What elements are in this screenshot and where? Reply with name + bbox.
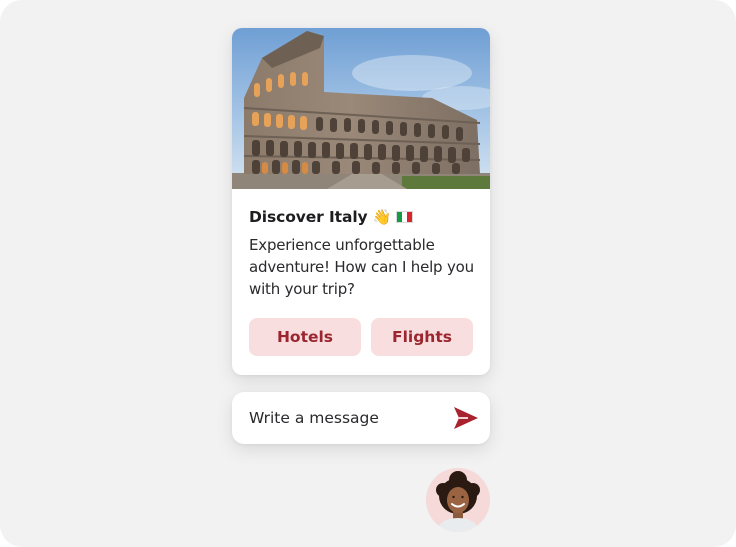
colosseum-photo xyxy=(232,28,490,189)
chat-message-card: Discover Italy 👋 Experience unforgettabl… xyxy=(232,28,490,375)
card-content: Discover Italy 👋 Experience unforgettabl… xyxy=(249,206,475,300)
italy-flag-icon xyxy=(396,211,414,223)
card-title: Discover Italy xyxy=(249,208,368,226)
send-icon xyxy=(454,407,478,429)
chat-widget-canvas: Discover Italy 👋 Experience unforgettabl… xyxy=(0,0,736,547)
message-composer xyxy=(232,392,490,444)
waving-hand-icon: 👋 xyxy=(372,208,392,226)
send-button[interactable] xyxy=(452,405,480,431)
message-input[interactable] xyxy=(249,407,439,429)
flights-button[interactable]: Flights xyxy=(371,318,473,356)
card-title-row: Discover Italy 👋 xyxy=(249,206,475,228)
bot-message-text: Experience unforgettable adventure! How … xyxy=(249,236,474,298)
hotels-button[interactable]: Hotels xyxy=(249,318,361,356)
quick-reply-row: Hotels Flights xyxy=(249,318,473,356)
avatar[interactable] xyxy=(426,468,490,532)
